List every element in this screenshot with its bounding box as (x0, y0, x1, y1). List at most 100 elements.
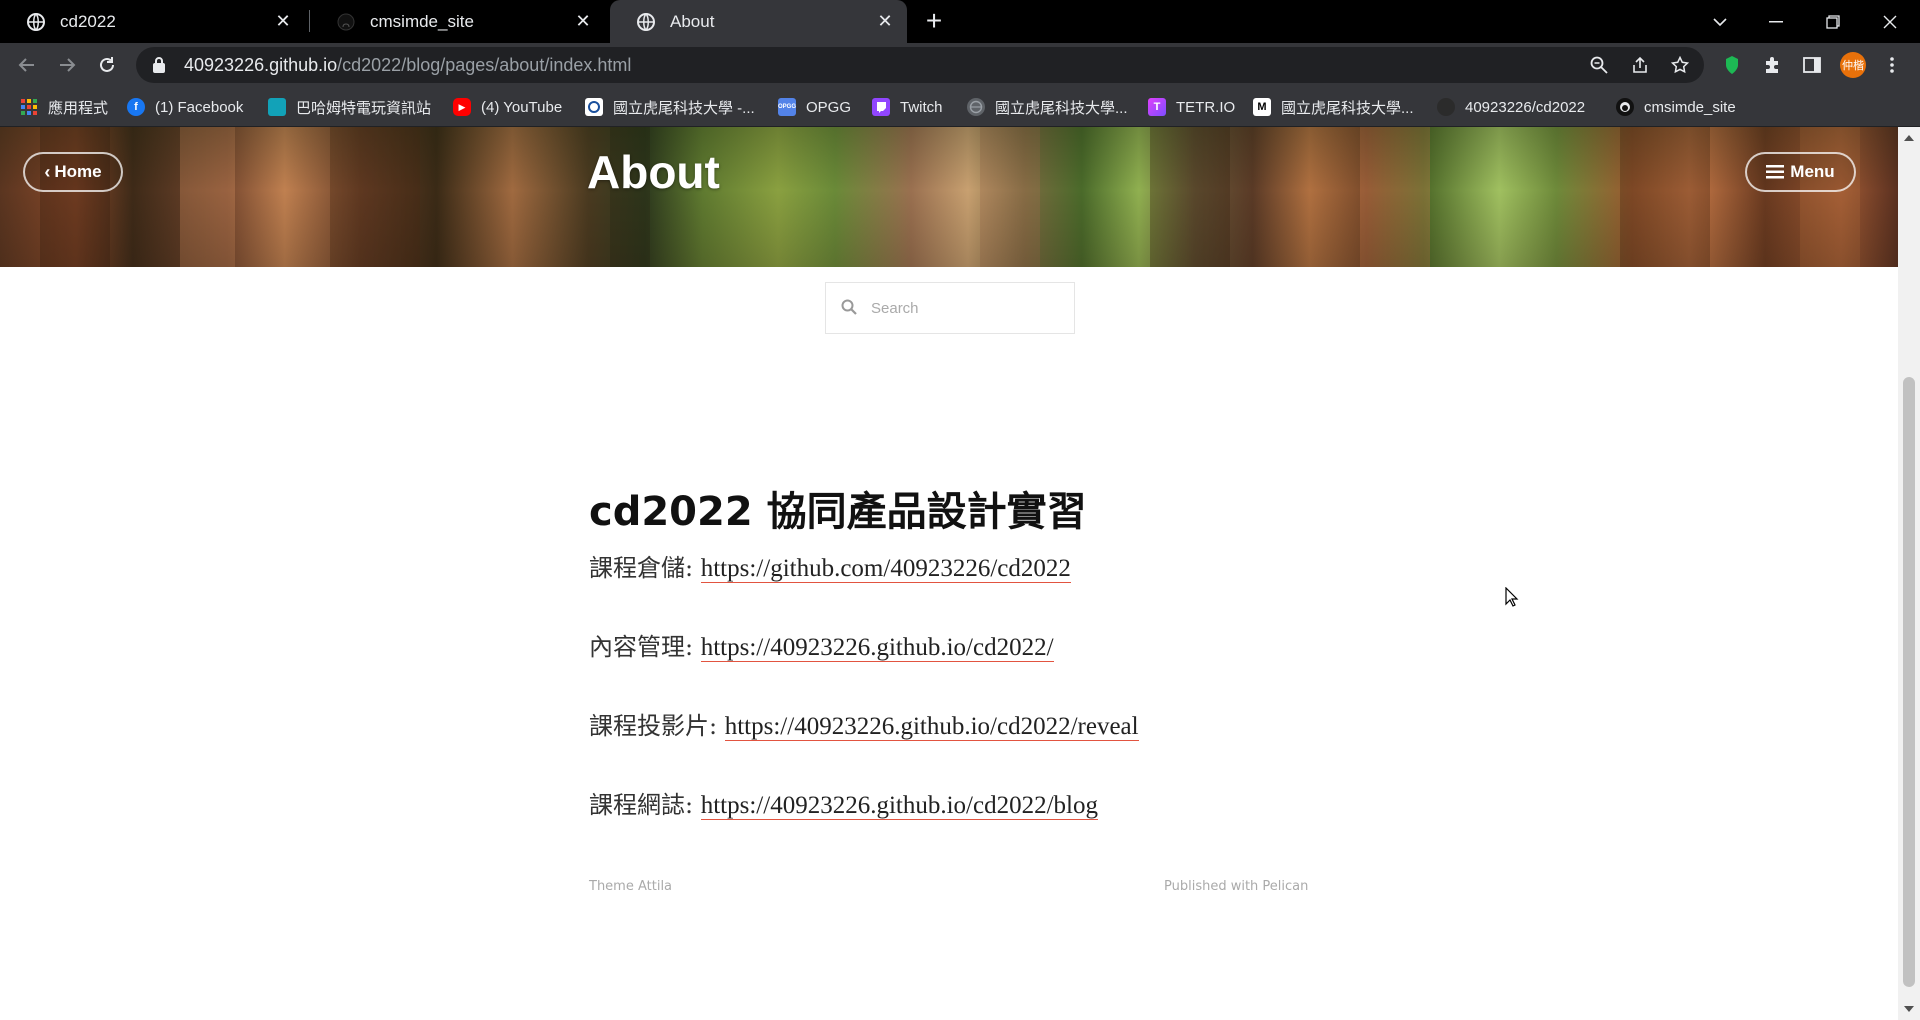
search-icon (841, 299, 859, 317)
extensions-puzzle-icon[interactable] (1760, 53, 1784, 77)
forward-button[interactable] (53, 51, 81, 79)
bookmark-nfu-1[interactable]: 國立虎尾科技大學 -... (585, 96, 755, 118)
tab-cd2022[interactable]: cd2022 ✕ (0, 0, 305, 43)
home-button[interactable]: ‹ Home (23, 152, 123, 192)
github-icon (1437, 98, 1455, 116)
url-host: 40923226.github.io (184, 54, 338, 75)
tab-search-chevron-icon[interactable] (1692, 0, 1748, 43)
page-scrollbar[interactable] (1898, 127, 1920, 1020)
search-input[interactable] (869, 298, 1063, 318)
course-slides-link[interactable]: https://40923226.github.io/cd2022/reveal (724, 713, 1139, 741)
search-box[interactable] (825, 282, 1075, 334)
hamburger-icon (1766, 165, 1785, 179)
course-repo-link[interactable]: https://github.com/40923226/cd2022 (700, 555, 1071, 583)
bookmark-label: cmsimde_site (1644, 98, 1736, 116)
bookmark-label: OPGG (806, 98, 852, 116)
course-blog-line: 課程網誌: https://40923226.github.io/cd2022/… (589, 785, 1098, 820)
nfu-icon (585, 98, 603, 116)
bookmark-tetrio[interactable]: T TETR.IO (1148, 96, 1235, 118)
share-icon[interactable] (1630, 55, 1650, 75)
nfu-logo-icon: M (1253, 98, 1271, 116)
tab-title: cmsimde_site (370, 11, 474, 31)
browser-toolbar: 40923226.github.io/cd2022/blog/pages/abo… (0, 43, 1920, 87)
bookmark-star-icon[interactable] (1670, 55, 1690, 75)
course-repo-line: 課程倉儲: https://github.com/40923226/cd2022 (589, 548, 1071, 583)
github-icon (336, 12, 356, 32)
new-tab-button[interactable]: + (920, 7, 948, 36)
content-management-link[interactable]: https://40923226.github.io/cd2022/ (700, 634, 1054, 662)
page-title: About (587, 146, 720, 198)
bookmark-nfu-2[interactable]: 國立虎尾科技大學... (967, 96, 1128, 118)
bookmark-label: (4) YouTube (481, 98, 563, 116)
page-viewport: ‹ Home About Menu cd2022 協同產品設計實習 課程倉儲: … (0, 127, 1898, 1020)
bookmark-label: (1) Facebook (155, 98, 244, 116)
tab-cmsimde-site[interactable]: cmsimde_site ✕ (310, 0, 605, 43)
footer-published[interactable]: Published with Pelican (1164, 879, 1308, 894)
profile-avatar[interactable]: 仲楷 (1840, 52, 1866, 78)
bookmark-label: 巴哈姆特電玩資訊站 (296, 99, 432, 117)
scroll-up-arrow-icon[interactable] (1904, 135, 1914, 141)
bookmarks-bar: 應用程式 f (1) Facebook 巴哈姆特電玩資訊站 ▶ (4) YouT… (0, 87, 1920, 127)
apps-grid-icon (20, 98, 38, 116)
tab-title: cd2022 (60, 11, 116, 31)
close-icon[interactable]: ✕ (273, 11, 293, 31)
menu-button[interactable]: Menu (1745, 152, 1856, 192)
home-label: Home (54, 162, 102, 181)
bookmark-label: 40923226/cd2022 (1465, 98, 1586, 116)
chevron-left-icon: ‹ (44, 161, 51, 182)
close-window-button[interactable] (1862, 0, 1918, 43)
bookmark-label: 國立虎尾科技大學... (995, 99, 1128, 117)
forest-pattern (40, 127, 1860, 267)
line-label: 課程倉儲: (589, 554, 694, 582)
address-bar[interactable]: 40923226.github.io/cd2022/blog/pages/abo… (136, 47, 1704, 83)
course-slides-line: 課程投影片: https://40923226.github.io/cd2022… (589, 706, 1139, 741)
github-icon (1616, 98, 1634, 116)
bookmark-apps[interactable]: 應用程式 (20, 96, 108, 118)
course-blog-link[interactable]: https://40923226.github.io/cd2022/blog (700, 792, 1098, 820)
minimize-button[interactable] (1748, 0, 1804, 43)
twitch-icon (872, 98, 890, 116)
bookmark-bahamut[interactable]: 巴哈姆特電玩資訊站 (268, 96, 431, 118)
line-label: 課程網誌: (589, 791, 694, 819)
globe-icon (26, 12, 46, 32)
reload-button[interactable] (93, 51, 121, 79)
bookmark-github-cd2022[interactable]: 40923226/cd2022 (1437, 96, 1585, 118)
tab-about[interactable]: About ✕ (610, 0, 907, 43)
line-label: 課程投影片: (589, 712, 718, 740)
globe-icon (636, 12, 656, 32)
restore-button[interactable] (1805, 0, 1861, 43)
close-icon[interactable]: ✕ (875, 11, 895, 31)
tetrio-icon: T (1148, 98, 1166, 116)
side-panel-icon[interactable] (1800, 53, 1824, 77)
opgg-icon: OPGG (778, 98, 796, 116)
bookmark-facebook[interactable]: f (1) Facebook (127, 96, 243, 118)
youtube-icon: ▶ (453, 98, 471, 116)
tab-title: About (670, 11, 715, 31)
post-title: cd2022 協同產品設計實習 (589, 489, 1087, 535)
bookmark-label: 應用程式 (48, 99, 109, 117)
scroll-down-arrow-icon[interactable] (1904, 1006, 1914, 1012)
bookmark-youtube[interactable]: ▶ (4) YouTube (453, 96, 562, 118)
close-icon[interactable]: ✕ (573, 11, 593, 31)
scroll-thumb[interactable] (1903, 377, 1915, 987)
kebab-menu-icon[interactable] (1880, 53, 1904, 77)
extension-shield-icon[interactable] (1720, 53, 1744, 77)
zoom-icon[interactable] (1589, 55, 1609, 75)
bookmark-label: 國立虎尾科技大學 -... (613, 99, 755, 117)
bookmark-nfu-3[interactable]: M 國立虎尾科技大學... (1253, 96, 1414, 118)
line-label: 內容管理: (589, 633, 694, 661)
globe-icon (967, 98, 985, 116)
back-button[interactable] (13, 51, 41, 79)
bookmark-opgg[interactable]: OPGG OPGG (778, 96, 851, 118)
content-management-line: 內容管理: https://40923226.github.io/cd2022/ (589, 627, 1054, 662)
url-text[interactable]: 40923226.github.io/cd2022/blog/pages/abo… (184, 55, 631, 76)
header-banner: ‹ Home About Menu (0, 127, 1898, 267)
bookmark-cmsimde-site[interactable]: cmsimde_site (1616, 96, 1736, 118)
bookmark-twitch[interactable]: Twitch (872, 96, 943, 118)
mouse-cursor-icon (1505, 587, 1519, 607)
bahamut-icon (268, 98, 286, 116)
lock-icon[interactable] (152, 56, 170, 74)
tab-strip: cd2022 ✕ cmsimde_site ✕ About ✕ + (0, 0, 1920, 43)
footer-theme[interactable]: Theme Attila (589, 879, 672, 894)
url-path: /cd2022/blog/pages/about/index.html (337, 54, 632, 75)
